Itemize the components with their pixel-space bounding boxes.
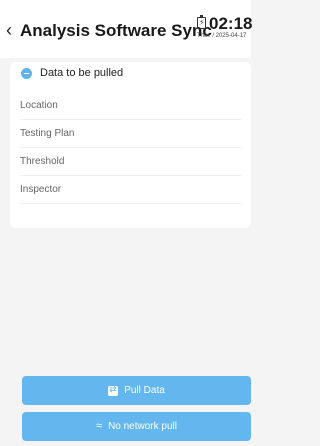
list-item-threshold: Threshold xyxy=(20,148,241,176)
list-item-inspector: Inspector xyxy=(20,176,241,204)
clock-time: 02:18 xyxy=(209,14,253,33)
card-title: Data to be pulled xyxy=(40,67,124,79)
clock-date: Thur. / 2025-04-17 xyxy=(197,33,247,39)
back-icon[interactable]: ‹ xyxy=(6,20,12,41)
no-network-pull-label: No network pull xyxy=(108,421,177,432)
battery-charging-icon: ⚡ xyxy=(197,15,206,29)
list-item-location: Location xyxy=(20,92,241,120)
row-label: Inspector xyxy=(20,184,62,195)
row-label: Location xyxy=(20,100,58,111)
list-item-testing-plan: Testing Plan xyxy=(20,120,241,148)
page-title: Analysis Software Sync xyxy=(20,21,212,40)
row-label: Testing Plan xyxy=(20,128,75,139)
pull-data-button[interactable]: Pull Data xyxy=(22,376,251,405)
no-network-pull-button[interactable]: ≈ No network pull xyxy=(22,412,251,441)
info-dot-icon xyxy=(21,68,32,79)
pull-data-label: Pull Data xyxy=(124,385,165,396)
app-header: ‹ Analysis Software Sync ⚡ 02:18 Thur. /… xyxy=(0,0,253,58)
wifi-icon: ≈ xyxy=(96,420,103,432)
data-to-pull-card: Data to be pulled Location Testing Plan … xyxy=(10,62,251,228)
card-header: Data to be pulled xyxy=(10,62,251,88)
row-label: Threshold xyxy=(20,156,65,167)
sync-icon xyxy=(108,384,119,396)
